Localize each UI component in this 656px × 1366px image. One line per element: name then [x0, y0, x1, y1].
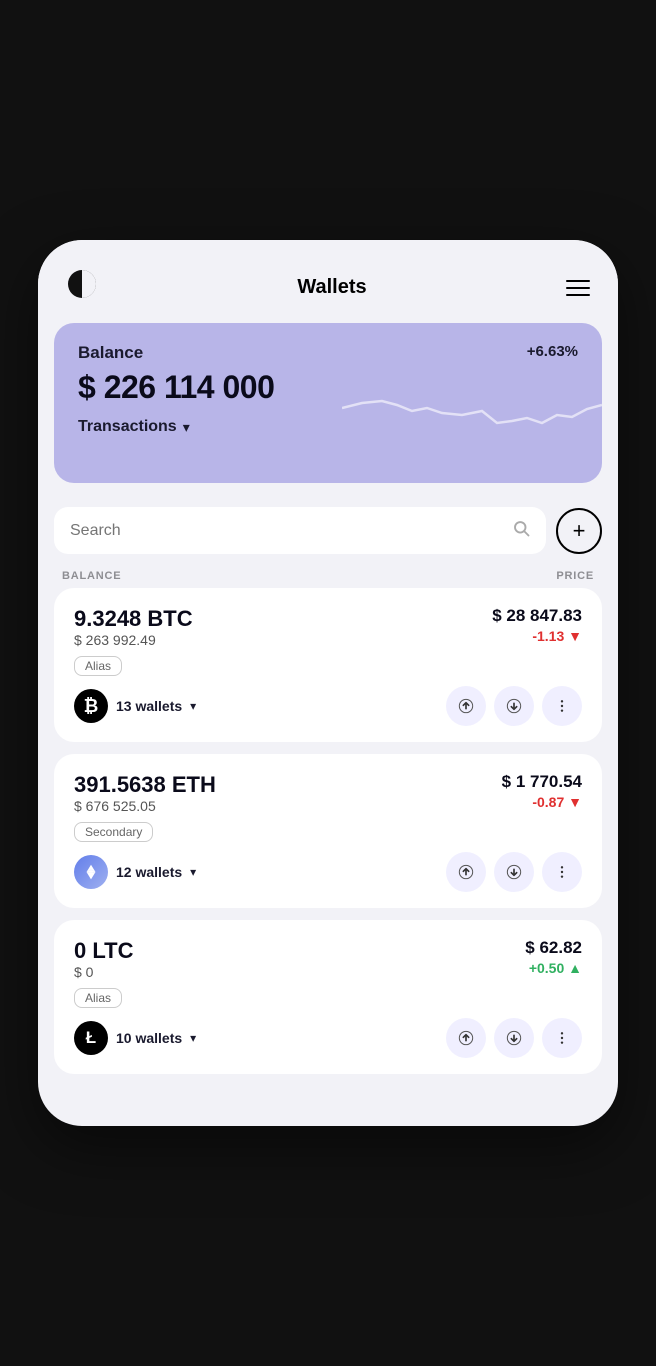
app-container: Wallets Balance +6.63% $ 226 114 000 Tra… — [38, 240, 618, 1126]
btc-send-button[interactable] — [446, 686, 486, 726]
btc-wallet-info[interactable]: ₿ 13 wallets ▾ — [74, 689, 196, 723]
eth-wallets-chevron: ▾ — [190, 865, 196, 879]
ltc-alias-badge: Alias — [74, 988, 122, 1008]
balance-card: Balance +6.63% $ 226 114 000 Transaction… — [54, 323, 602, 483]
eth-send-button[interactable] — [446, 852, 486, 892]
add-wallet-button[interactable]: + — [556, 508, 602, 554]
search-box[interactable] — [54, 507, 546, 554]
ltc-change: +0.50 ▲ — [525, 960, 582, 976]
balance-column-header: BALANCE — [62, 570, 121, 582]
logo-icon — [66, 268, 98, 307]
eth-change: -0.87 ▼ — [502, 794, 582, 810]
btc-logo: ₿ — [74, 689, 108, 723]
btc-wallets-chevron: ▾ — [190, 699, 196, 713]
eth-actions — [446, 852, 582, 892]
ltc-logo: Ł — [74, 1021, 108, 1055]
btc-receive-button[interactable] — [494, 686, 534, 726]
eth-receive-button[interactable] — [494, 852, 534, 892]
ltc-wallet-info[interactable]: Ł 10 wallets ▾ — [74, 1021, 196, 1055]
ltc-wallets-count: 10 wallets — [116, 1030, 182, 1046]
eth-wallets-count: 12 wallets — [116, 864, 182, 880]
coin-card-btc: 9.3248 BTC $ 263 992.49 $ 28 847.83 -1.1… — [54, 588, 602, 742]
balance-percent: +6.63% — [527, 343, 578, 360]
page-title: Wallets — [297, 276, 366, 299]
eth-wallet-info[interactable]: 12 wallets ▾ — [74, 855, 196, 889]
balance-label: Balance — [78, 343, 143, 363]
ltc-actions — [446, 1018, 582, 1058]
column-headers: BALANCE PRICE — [38, 562, 618, 588]
eth-more-button[interactable] — [542, 852, 582, 892]
btc-actions — [446, 686, 582, 726]
eth-alias-badge: Secondary — [74, 822, 153, 842]
coin-list: 9.3248 BTC $ 263 992.49 $ 28 847.83 -1.1… — [38, 588, 618, 1074]
ltc-more-button[interactable] — [542, 1018, 582, 1058]
search-icon — [512, 519, 530, 542]
price-column-header: PRICE — [556, 570, 594, 582]
transactions-chevron: ▾ — [183, 419, 190, 436]
eth-usd: $ 676 525.05 — [74, 798, 216, 814]
ltc-send-button[interactable] — [446, 1018, 486, 1058]
phone-frame: Wallets Balance +6.63% $ 226 114 000 Tra… — [0, 0, 656, 1366]
btc-amount: 9.3248 BTC — [74, 606, 193, 632]
search-input[interactable] — [70, 522, 502, 540]
btc-change: -1.13 ▼ — [492, 628, 582, 644]
coin-card-eth: 391.5638 ETH $ 676 525.05 $ 1 770.54 -0.… — [54, 754, 602, 908]
btc-price: $ 28 847.83 — [492, 606, 582, 626]
eth-logo — [74, 855, 108, 889]
ltc-usd: $ 0 — [74, 964, 133, 980]
menu-button[interactable] — [566, 280, 590, 296]
header: Wallets — [38, 240, 618, 323]
btc-more-button[interactable] — [542, 686, 582, 726]
btc-alias-badge: Alias — [74, 656, 122, 676]
btc-usd: $ 263 992.49 — [74, 632, 193, 648]
ltc-wallets-chevron: ▾ — [190, 1031, 196, 1045]
eth-price: $ 1 770.54 — [502, 772, 582, 792]
transactions-label: Transactions — [78, 418, 177, 436]
search-row: + — [38, 499, 618, 562]
transactions-row[interactable]: Transactions ▾ — [78, 418, 578, 436]
eth-amount: 391.5638 ETH — [74, 772, 216, 798]
ltc-price: $ 62.82 — [525, 938, 582, 958]
ltc-amount: 0 LTC — [74, 938, 133, 964]
coin-card-ltc: 0 LTC $ 0 $ 62.82 +0.50 ▲ Alias Ł 10 wal… — [54, 920, 602, 1074]
btc-wallets-count: 13 wallets — [116, 698, 182, 714]
ltc-receive-button[interactable] — [494, 1018, 534, 1058]
